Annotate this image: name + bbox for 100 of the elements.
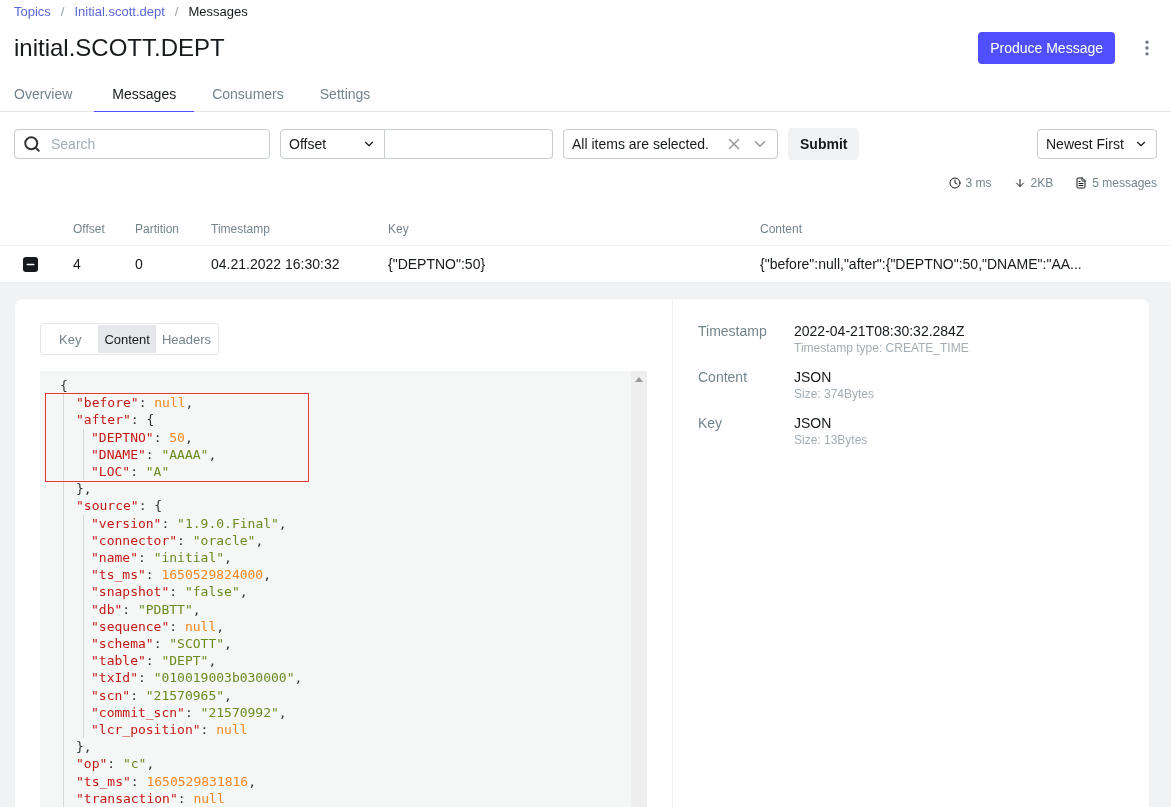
code-key: "name" bbox=[91, 549, 138, 567]
meta-note: Size: 13Bytes bbox=[794, 433, 869, 447]
meta-label: Content bbox=[698, 369, 749, 387]
stat-text: 5 messages bbox=[1092, 176, 1157, 190]
code-punctuation: }, bbox=[76, 738, 92, 756]
document-icon bbox=[1075, 177, 1088, 189]
table-cell-text: 0 bbox=[135, 256, 144, 272]
code-punctuation: , bbox=[278, 514, 287, 532]
seek-value-field[interactable] bbox=[385, 129, 553, 159]
code-number: null bbox=[184, 617, 217, 636]
code-key: "version" bbox=[91, 514, 162, 532]
scrollbar[interactable] bbox=[631, 371, 647, 807]
code-string: "false" bbox=[184, 583, 240, 601]
tab[interactable]: Overview bbox=[14, 77, 73, 112]
scroll-up-icon[interactable] bbox=[635, 377, 643, 382]
code-key: "db" bbox=[91, 600, 123, 618]
meta-value: JSON bbox=[794, 369, 833, 385]
column-header: Content bbox=[760, 222, 804, 236]
code-punctuation: , bbox=[239, 583, 248, 601]
code-number: null bbox=[216, 721, 248, 739]
table-cell-text: {"before":null,"after":{"DEPTNO":50,"DNAME":"AA... bbox=[760, 256, 1083, 272]
meta-label: Timestamp bbox=[698, 323, 768, 341]
breadcrumb-current: Messages bbox=[188, 3, 248, 19]
breadcrumb-link[interactable]: Topics bbox=[14, 3, 51, 19]
code-number: null bbox=[154, 394, 186, 412]
column-header: Partition bbox=[135, 222, 181, 236]
search-field[interactable]: Search bbox=[14, 129, 270, 159]
submit-button[interactable]: Submit bbox=[788, 128, 860, 160]
meta-label: Key bbox=[698, 415, 724, 433]
breadcrumb-separator: / bbox=[174, 3, 179, 19]
code-key: "table" bbox=[91, 652, 146, 670]
code-string: "SCOTT" bbox=[169, 635, 225, 653]
code-punctuation: : bbox=[184, 703, 194, 722]
code-key: "LOC" bbox=[91, 463, 131, 481]
code-key: "scn" bbox=[91, 686, 131, 704]
code-punctuation: , bbox=[224, 549, 232, 567]
arrow-down-icon bbox=[1013, 177, 1026, 189]
code-number: null bbox=[193, 789, 225, 807]
breadcrumb-link[interactable]: Initial.scott.dept bbox=[74, 3, 165, 19]
code-punctuation: , bbox=[278, 703, 287, 722]
code-punctuation: : bbox=[137, 549, 147, 567]
collapse-toggle[interactable] bbox=[23, 256, 38, 272]
code-punctuation: { bbox=[60, 377, 68, 395]
code-punctuation: : bbox=[130, 686, 139, 704]
tab[interactable]: Content bbox=[98, 325, 156, 353]
sort-dropdown[interactable]: Newest First bbox=[1037, 129, 1157, 159]
code-punctuation: , bbox=[184, 428, 193, 446]
code-punctuation: , bbox=[208, 652, 217, 670]
code-punctuation: , bbox=[192, 600, 201, 618]
code-punctuation: , bbox=[224, 635, 232, 653]
code-string: "AAAA" bbox=[161, 445, 209, 463]
code-string: "c" bbox=[122, 755, 147, 773]
breadcrumb-separator: / bbox=[60, 3, 65, 19]
code-punctuation: , bbox=[216, 617, 225, 636]
code-punctuation: : bbox=[130, 463, 139, 481]
code-punctuation: : { bbox=[130, 411, 155, 429]
code-string: "oracle" bbox=[192, 531, 256, 550]
code-key: "ts_ms" bbox=[76, 772, 131, 790]
code-string: "21570992" bbox=[200, 703, 279, 722]
code-punctuation: : bbox=[137, 669, 147, 687]
code-punctuation: : bbox=[200, 721, 210, 739]
table-cell-text: 4 bbox=[73, 256, 82, 272]
code-key: "DEPTNO" bbox=[91, 428, 154, 446]
code-punctuation: : bbox=[169, 583, 179, 601]
tab[interactable]: Messages bbox=[94, 77, 195, 112]
code-string: "A" bbox=[145, 463, 170, 481]
code-key: "connector" bbox=[91, 531, 178, 550]
code-key: "snapshot" bbox=[91, 583, 170, 601]
code-number: 50 bbox=[169, 428, 185, 446]
code-key: "lcr_position" bbox=[91, 721, 201, 739]
tab[interactable]: Settings bbox=[301, 77, 389, 112]
code-punctuation: : bbox=[145, 566, 155, 584]
code-punctuation: , bbox=[294, 669, 303, 687]
code-key: "source" bbox=[76, 497, 139, 515]
seek-type-dropdown[interactable]: Offset bbox=[280, 129, 385, 159]
code-punctuation: , bbox=[224, 686, 232, 704]
code-string: "PDBTT" bbox=[137, 600, 193, 618]
code-punctuation: : bbox=[138, 394, 148, 412]
meta-value: 2022-04-21T08:30:32.284Z bbox=[794, 323, 966, 339]
code-key: "ts_ms" bbox=[91, 566, 146, 584]
code-key: "transaction" bbox=[76, 789, 178, 807]
code-punctuation: : bbox=[122, 600, 132, 618]
code-key: "DNAME" bbox=[91, 445, 146, 463]
meta-note: Size: 374Bytes bbox=[794, 387, 876, 401]
column-header: Offset bbox=[73, 222, 106, 236]
code-punctuation: : bbox=[161, 514, 171, 532]
page-title: initial.SCOTT.DEPT bbox=[14, 34, 225, 62]
meta-value: JSON bbox=[794, 415, 833, 431]
code-key: "after" bbox=[76, 411, 131, 429]
code-punctuation: : bbox=[145, 652, 155, 670]
tab[interactable]: Consumers bbox=[194, 77, 302, 112]
code-punctuation: : bbox=[169, 617, 179, 636]
partitions-dropdown[interactable]: All items are selected. bbox=[563, 129, 778, 159]
code-punctuation: : bbox=[177, 531, 186, 550]
code-key: "op" bbox=[76, 755, 108, 773]
code-punctuation: : { bbox=[138, 497, 163, 515]
code-string: "010019003b030000" bbox=[153, 669, 295, 687]
produce-message-button[interactable]: Produce Message bbox=[978, 32, 1115, 64]
code-punctuation: : bbox=[177, 789, 187, 807]
code-punctuation: : bbox=[107, 755, 117, 773]
